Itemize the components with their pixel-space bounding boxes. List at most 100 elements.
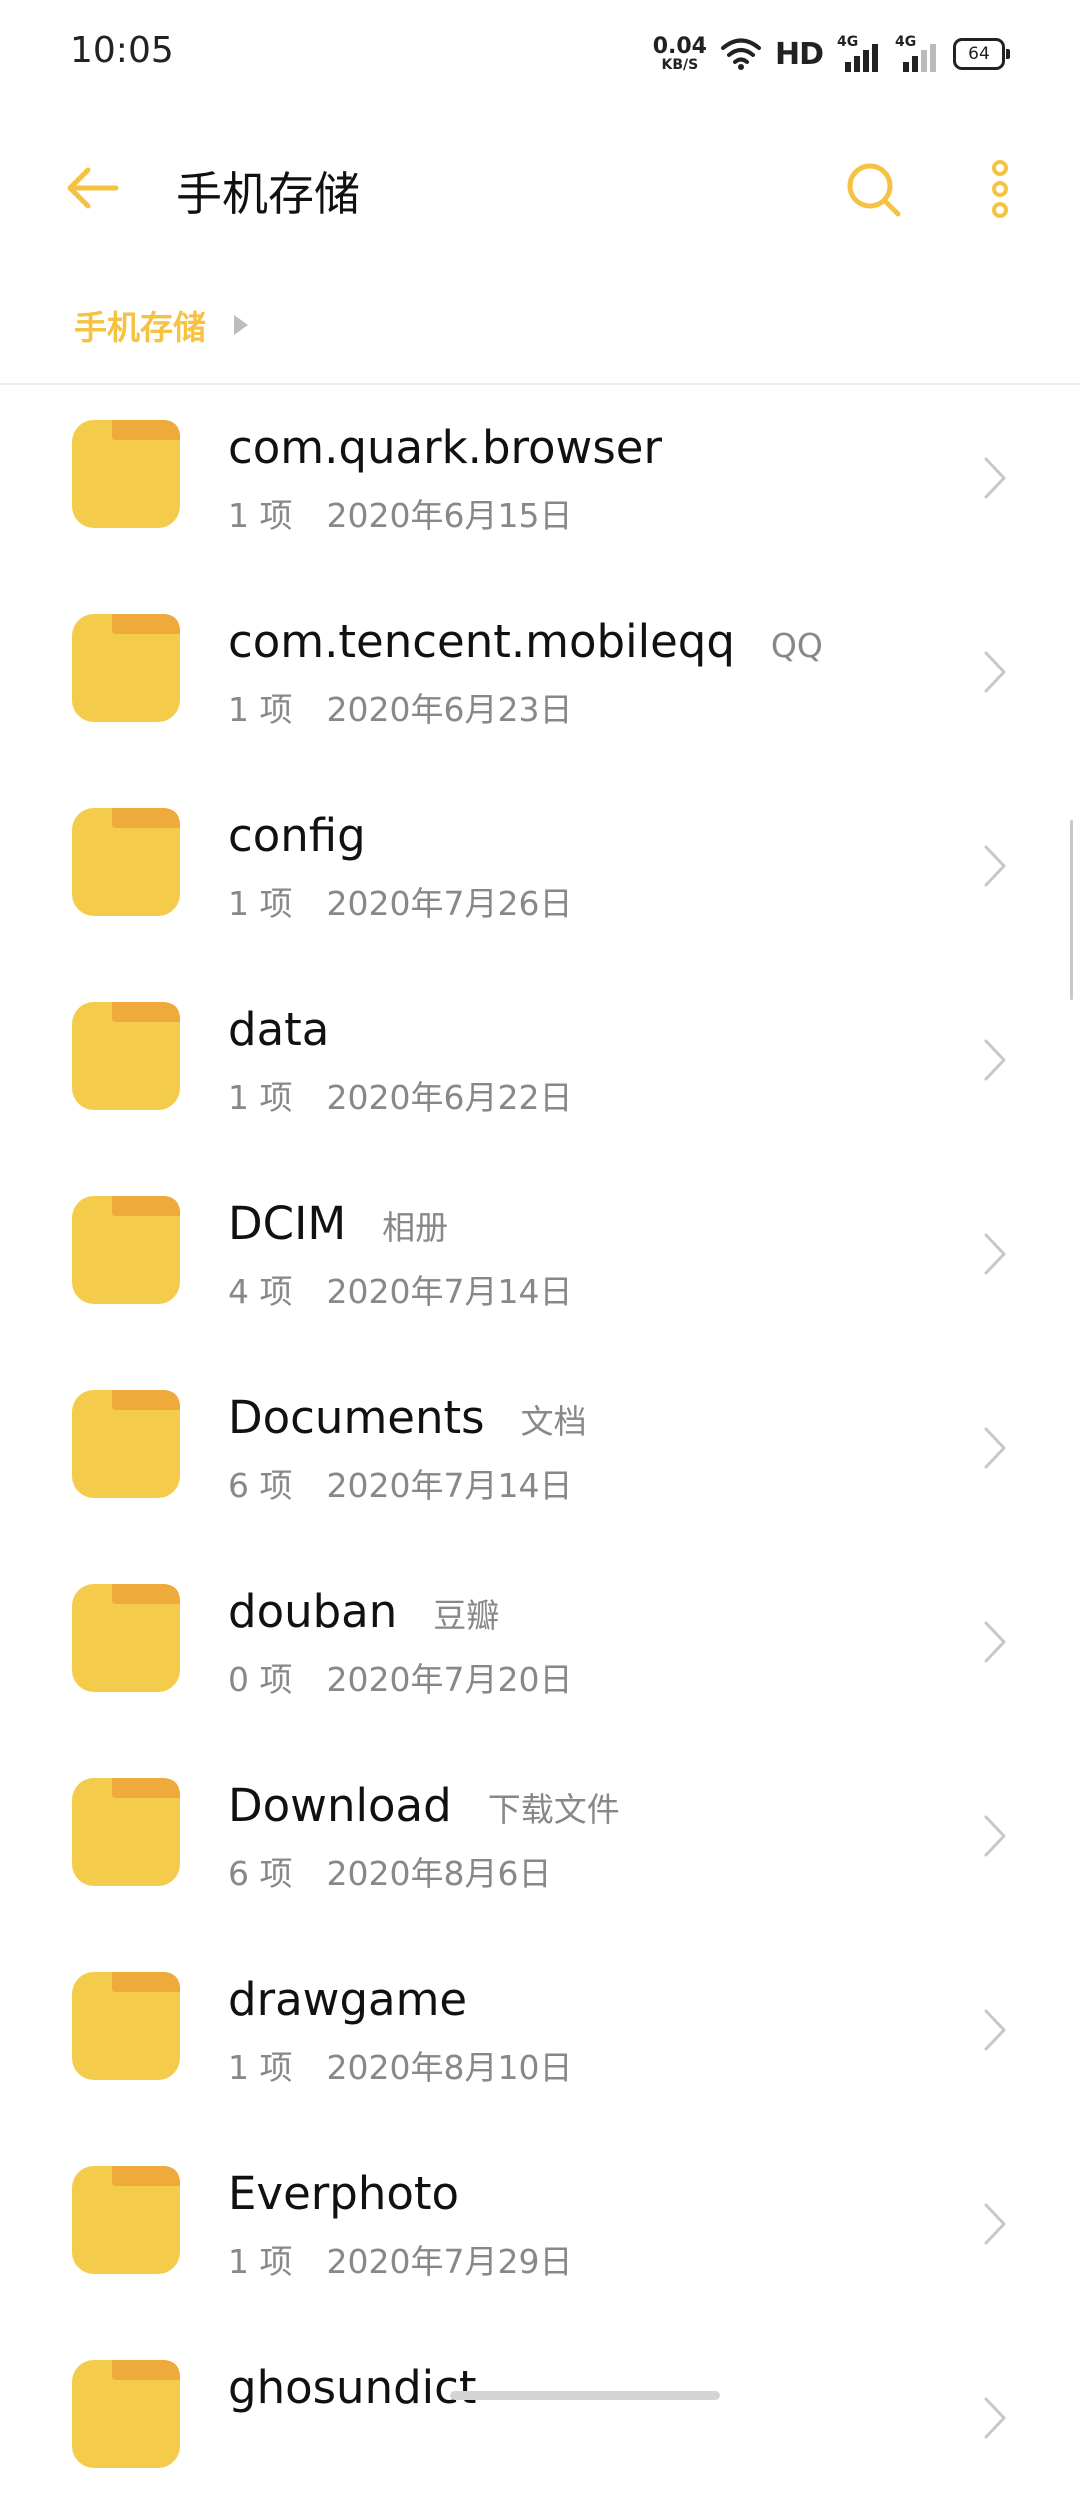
folder-meta: 1 项 2020年6月22日 — [228, 1071, 572, 1119]
folder-item-count: 1 项 — [228, 2048, 293, 2087]
wifi-icon — [720, 38, 761, 70]
breadcrumb: 手机存储 — [74, 300, 250, 350]
folder-list: com.quark.browser 1 项 2020年6月15日 com.tencen… — [0, 385, 1080, 2519]
back-arrow-icon[interactable] — [62, 158, 122, 218]
folder-row[interactable]: DCIM 相册 4 项 2020年7月14日 — [0, 1161, 1080, 1355]
chevron-right-icon — [984, 1815, 1006, 1857]
chevron-right-icon — [984, 1039, 1006, 1081]
folder-item-count: 1 项 — [228, 690, 293, 729]
folder-icon — [72, 808, 180, 916]
folder-name: com.quark.browser — [228, 421, 662, 474]
folder-meta: 1 项 2020年7月29日 — [228, 2235, 572, 2283]
folder-name-line: DCIM 相册 — [228, 1197, 448, 1250]
folder-row[interactable]: Download 下载文件 6 项 2020年8月6日 — [0, 1743, 1080, 1937]
folder-icon — [72, 2166, 180, 2274]
chevron-right-icon — [984, 845, 1006, 887]
folder-icon — [72, 1584, 180, 1692]
breadcrumb-item-phone-storage[interactable]: 手机存储 — [74, 301, 206, 349]
folder-meta: 1 项 2020年6月23日 — [228, 683, 572, 731]
folder-name-line: config — [228, 809, 402, 862]
chevron-right-icon — [984, 2397, 1006, 2439]
folder-meta — [228, 2429, 262, 2468]
folder-alias: QQ — [770, 626, 823, 665]
folder-name-line: drawgame — [228, 1973, 503, 2026]
folder-name-line: Documents 文档 — [228, 1391, 587, 1444]
folder-name-line: com.tencent.mobileqq QQ — [228, 615, 823, 668]
folder-name: douban — [228, 1585, 398, 1638]
battery-icon: 64 — [953, 38, 1010, 70]
folder-name: Download — [228, 1779, 452, 1832]
folder-row[interactable]: ghosundict — [0, 2325, 1080, 2519]
folder-item-count: 1 项 — [228, 884, 293, 923]
folder-row[interactable]: com.quark.browser 1 项 2020年6月15日 — [0, 385, 1080, 579]
chevron-right-icon — [984, 2009, 1006, 2051]
folder-name: Everphoto — [228, 2167, 460, 2220]
folder-row[interactable]: douban 豆瓣 0 项 2020年7月20日 — [0, 1549, 1080, 1743]
folder-row[interactable]: Documents 文档 6 项 2020年7月14日 — [0, 1355, 1080, 1549]
folder-name: drawgame — [228, 1973, 468, 2026]
folder-date: 2020年7月14日 — [326, 1466, 573, 1505]
chevron-right-icon — [984, 1621, 1006, 1663]
status-bar: 10:05 0.04 KB/S HD 4G 4G 64 — [0, 0, 1080, 100]
folder-date: 2020年7月14日 — [326, 1272, 573, 1311]
folder-row[interactable]: com.tencent.mobileqq QQ 1 项 2020年6月23日 — [0, 579, 1080, 773]
folder-icon — [72, 1196, 180, 1304]
folder-meta: 6 项 2020年7月14日 — [228, 1459, 572, 1507]
folder-date: 2020年6月15日 — [326, 496, 573, 535]
folder-row[interactable]: config 1 项 2020年7月26日 — [0, 773, 1080, 967]
folder-icon — [72, 1972, 180, 2080]
folder-icon — [72, 2360, 180, 2468]
page-title: 手机存储 — [176, 167, 360, 221]
folder-name: Documents — [228, 1391, 485, 1444]
folder-alias: 文档 — [520, 1402, 587, 1441]
folder-meta: 1 项 2020年6月15日 — [228, 489, 572, 537]
network-speed-value: 0.04 — [652, 34, 707, 59]
folder-item-count: 1 项 — [228, 2242, 293, 2281]
folder-name-line: Everphoto — [228, 2167, 495, 2220]
folder-item-count: 6 项 — [228, 1854, 293, 1893]
folder-name-line: douban 豆瓣 — [228, 1585, 499, 1638]
scrollbar[interactable] — [1070, 820, 1073, 1000]
folder-name: com.tencent.mobileqq — [228, 615, 735, 668]
folder-item-count: 0 项 — [228, 1660, 293, 1699]
more-options-icon[interactable] — [970, 154, 1030, 224]
folder-icon — [72, 420, 180, 528]
folder-row[interactable]: Everphoto 1 项 2020年7月29日 — [0, 2131, 1080, 2325]
folder-item-count: 1 项 — [228, 496, 293, 535]
breadcrumb-arrow-icon — [234, 315, 248, 335]
folder-meta: 4 项 2020年7月14日 — [228, 1265, 572, 1313]
folder-date: 2020年7月20日 — [326, 1660, 573, 1699]
search-icon[interactable] — [838, 154, 908, 224]
folder-date: 2020年6月23日 — [326, 690, 573, 729]
chevron-right-icon — [984, 1427, 1006, 1469]
sim1-network-label: 4G — [837, 34, 859, 50]
status-time: 10:05 — [70, 30, 174, 71]
hd-voice-indicator: HD — [774, 36, 824, 72]
folder-icon — [72, 1390, 180, 1498]
folder-alias: 下载文件 — [487, 1790, 620, 1829]
folder-date: 2020年8月10日 — [326, 2048, 573, 2087]
folder-name: config — [228, 809, 366, 862]
status-icons: 0.04 KB/S HD 4G 4G 64 — [653, 32, 1010, 76]
folder-row[interactable]: data 1 项 2020年6月22日 — [0, 967, 1080, 1161]
folder-name-line: ghosundict — [228, 2361, 513, 2414]
folder-icon — [72, 1002, 180, 1110]
battery-level: 64 — [968, 44, 990, 64]
folder-alias: 豆瓣 — [433, 1596, 500, 1635]
folder-meta: 6 项 2020年8月6日 — [228, 1847, 551, 1895]
folder-name: ghosundict — [228, 2361, 477, 2414]
network-speed-unit: KB/S — [661, 57, 699, 73]
folder-icon — [72, 1778, 180, 1886]
folder-item-count: 4 项 — [228, 1272, 293, 1311]
folder-meta: 0 项 2020年7月20日 — [228, 1653, 572, 1701]
folder-alias: 相册 — [382, 1208, 449, 1247]
signal-sim2-icon: 4G — [895, 34, 939, 74]
folder-row[interactable]: drawgame 1 项 2020年8月10日 — [0, 1937, 1080, 2131]
app-bar: 手机存储 — [0, 130, 1080, 250]
home-indicator[interactable] — [450, 2391, 720, 2400]
folder-name-line: com.quark.browser — [228, 421, 698, 474]
folder-date: 2020年7月26日 — [326, 884, 573, 923]
folder-name-line: data — [228, 1003, 365, 1056]
chevron-right-icon — [984, 651, 1006, 693]
folder-item-count: 6 项 — [228, 1466, 293, 1505]
